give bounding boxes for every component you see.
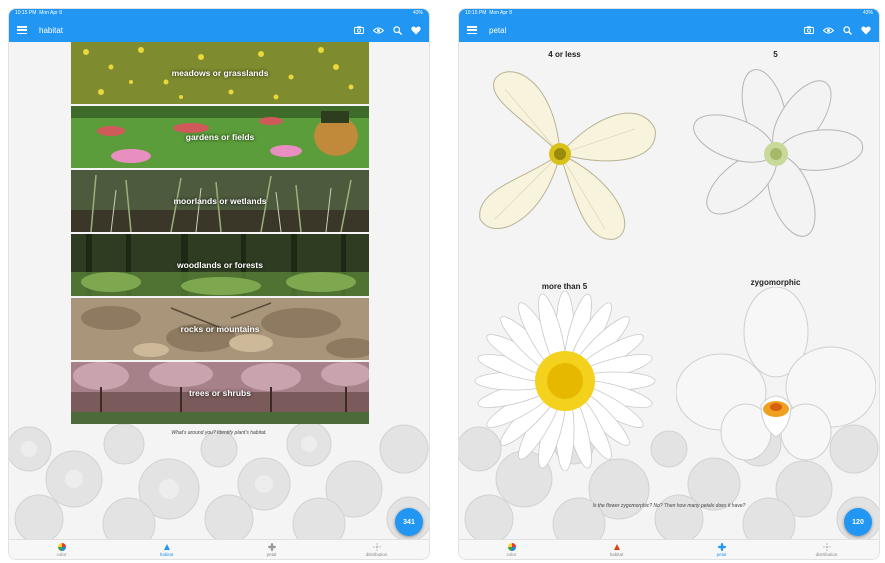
petal-label: 5 [773, 50, 778, 59]
screenshot-stage: 10:15 PM Mon Apr 8 43% habitat meadows o… [0, 0, 885, 563]
nav-item-color[interactable]: color [459, 540, 564, 559]
status-bar: 10:15 PM Mon Apr 8 43% [9, 9, 429, 18]
results-count-button[interactable]: 341 [395, 508, 423, 536]
color-wheel-icon [507, 542, 516, 551]
eye-icon[interactable] [823, 27, 834, 34]
habitat-label: moorlands or wetlands [173, 196, 267, 206]
page-title: petal [489, 25, 507, 35]
habitat-label: rocks or mountains [180, 324, 260, 334]
five-petal-flower-image [692, 69, 863, 237]
page-title: habitat [39, 25, 64, 35]
search-icon[interactable] [843, 25, 852, 35]
heart-icon[interactable] [861, 25, 871, 35]
menu-icon[interactable] [17, 26, 27, 34]
search-icon[interactable] [393, 25, 402, 35]
habitat-label: trees or shrubs [189, 388, 251, 398]
results-count-button[interactable]: 120 [844, 508, 872, 536]
petal-label: more than 5 [541, 282, 588, 291]
habitat-rocks-or-mountains[interactable]: rocks or mountains [71, 298, 369, 360]
petal-option-5[interactable]: 5 [670, 50, 879, 249]
nav-label: petal [716, 551, 727, 557]
distribution-icon [822, 542, 831, 551]
status-date: Mon Apr 8 [489, 10, 512, 16]
nav-item-color[interactable]: color [9, 540, 114, 559]
color-wheel-icon [57, 542, 66, 551]
nav-label: color [56, 551, 67, 557]
habitat-trees-or-shrubs[interactable]: trees or shrubs [71, 362, 369, 424]
habitat-moorlands-or-wetlands[interactable]: moorlands or wetlands [71, 170, 369, 232]
nav-label: petal [266, 551, 277, 557]
status-date: Mon Apr 8 [39, 10, 62, 16]
nav-label: distribution [815, 551, 838, 557]
nav-item-habitat[interactable]: habitat [114, 540, 219, 559]
petal-option-more-than-5[interactable]: more than 5 [459, 282, 670, 471]
tablet-habitat-screen: 10:15 PM Mon Apr 8 43% habitat meadows o… [8, 8, 430, 560]
petal-hint: Is the flower zygomorphic? No? Then how … [592, 503, 746, 509]
nav-label: distribution [365, 551, 388, 557]
menu-icon[interactable] [467, 26, 477, 34]
petal-option-4-or-less[interactable]: 4 or less [459, 50, 670, 249]
habitat-label: meadows or grasslands [171, 68, 269, 78]
four-petal-flower-image [478, 71, 656, 240]
daisy-image [474, 291, 655, 471]
nav-label: color [506, 551, 517, 557]
status-time: 10:15 PM [465, 10, 487, 16]
habitat-hint: What's around you? Identify plant's habi… [171, 430, 267, 436]
eye-icon[interactable] [373, 27, 384, 34]
habitat-content: meadows or grasslands gardens or fields [9, 42, 429, 539]
petal-icon [267, 542, 276, 551]
petal-option-zygomorphic[interactable]: zygomorphic [670, 278, 879, 477]
app-bar: habitat [9, 18, 429, 42]
petal-icon [717, 542, 726, 551]
habitat-label: woodlands or forests [177, 260, 263, 270]
nav-label: habitat [159, 551, 174, 557]
orchid-image [675, 287, 876, 461]
status-battery: 43% [862, 10, 873, 16]
status-time: 10:15 PM [15, 10, 37, 16]
bottom-navigation: color habitat petal distribution [459, 539, 879, 559]
nav-item-habitat[interactable]: habitat [564, 540, 669, 559]
bottom-navigation: color habitat petal distribution [9, 539, 429, 559]
habitat-woodlands-or-forests[interactable]: woodlands or forests [71, 234, 369, 296]
app-bar: petal [459, 18, 879, 42]
nav-item-distribution[interactable]: distribution [774, 540, 879, 559]
status-battery: 43% [412, 10, 423, 16]
nav-label: habitat [609, 551, 624, 557]
heart-icon[interactable] [411, 25, 421, 35]
habitat-label: gardens or fields [185, 132, 255, 142]
nav-item-petal[interactable]: petal [669, 540, 774, 559]
habitat-list: meadows or grasslands gardens or fields [71, 42, 369, 426]
nav-item-petal[interactable]: petal [219, 540, 324, 559]
status-bar: 10:15 PM Mon Apr 8 43% [459, 9, 879, 18]
nav-item-distribution[interactable]: distribution [324, 540, 429, 559]
petal-label: 4 or less [548, 50, 581, 59]
petal-label: zygomorphic [750, 278, 801, 287]
tablet-petal-screen: 10:15 PM Mon Apr 8 43% petal 4 or less 5… [458, 8, 880, 560]
habitat-icon [613, 543, 620, 550]
habitat-gardens-or-fields[interactable]: gardens or fields [71, 106, 369, 168]
camera-icon[interactable] [804, 26, 814, 34]
habitat-icon [163, 543, 170, 550]
habitat-meadows-or-grasslands[interactable]: meadows or grasslands [71, 42, 369, 104]
distribution-icon [372, 542, 381, 551]
petal-content: 4 or less 5 more than 5 zygomorphic Is t… [459, 42, 879, 539]
camera-icon[interactable] [354, 26, 364, 34]
petal-grid: 4 or less 5 more than 5 zygomorphic [459, 42, 879, 512]
